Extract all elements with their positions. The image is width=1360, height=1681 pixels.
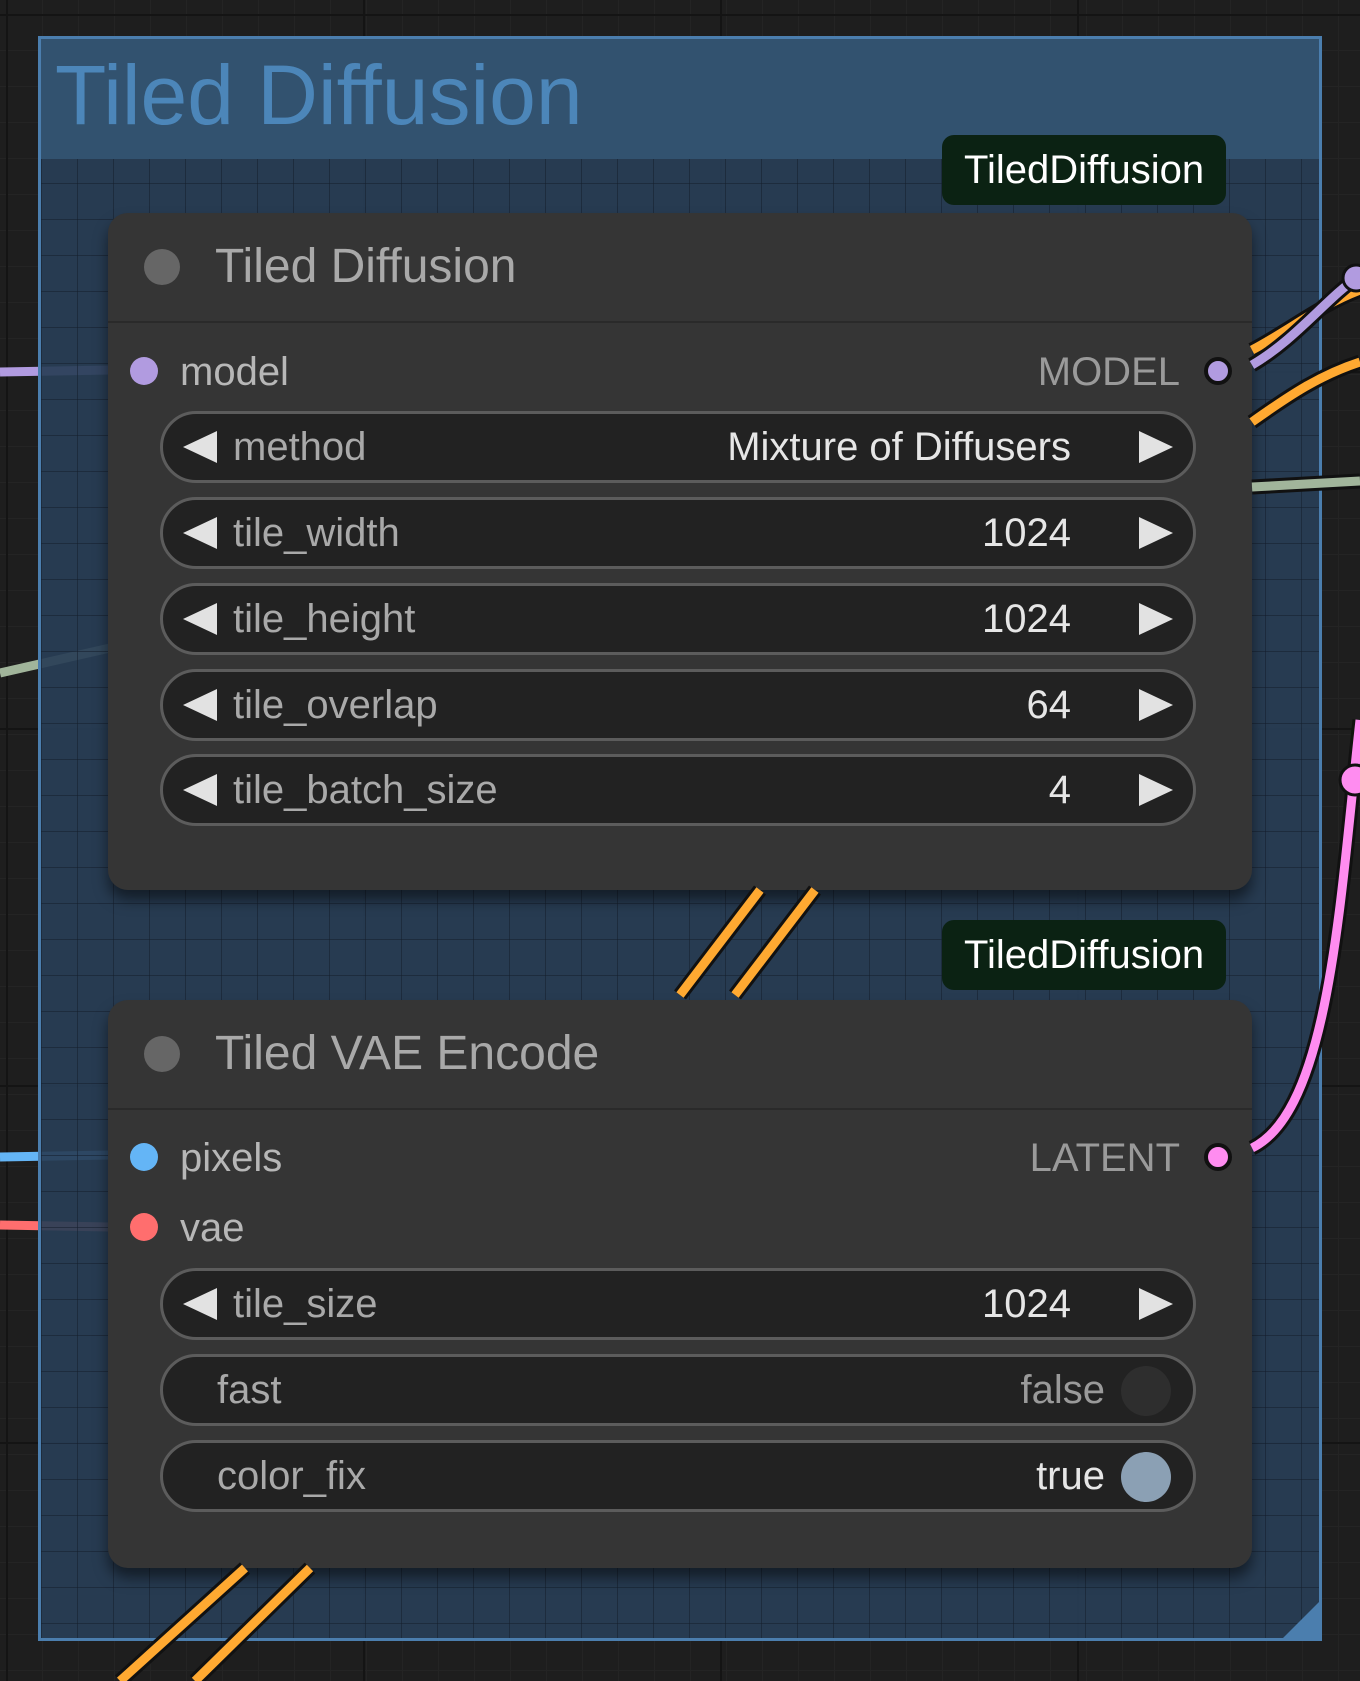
widget-value: 4 bbox=[1048, 768, 1071, 812]
decrement-arrow-icon[interactable] bbox=[183, 689, 217, 721]
node-source-badge: TiledDiffusion bbox=[942, 135, 1227, 205]
decrement-arrow-icon[interactable] bbox=[183, 431, 217, 463]
node-source-badge: TiledDiffusion bbox=[942, 920, 1227, 990]
toggle-on-knob-icon[interactable] bbox=[1121, 1452, 1171, 1502]
output-label-latent: LATENT bbox=[1029, 1136, 1180, 1180]
widget-tile-overlap[interactable]: tile_overlap 64 bbox=[160, 669, 1196, 741]
widget-label: method bbox=[233, 425, 367, 469]
widget-tile-width[interactable]: tile_width 1024 bbox=[160, 497, 1196, 569]
decrement-arrow-icon[interactable] bbox=[183, 1288, 217, 1320]
output-label-model: MODEL bbox=[1037, 350, 1180, 394]
decrement-arrow-icon[interactable] bbox=[183, 603, 217, 635]
widget-value: 1024 bbox=[982, 511, 1071, 555]
toggle-value: false bbox=[1020, 1368, 1106, 1412]
widget-method[interactable]: method Mixture of Diffusers bbox=[160, 411, 1196, 483]
node-header[interactable]: Tiled VAE Encode bbox=[108, 1000, 1252, 1110]
toggle-value: true bbox=[1036, 1454, 1105, 1498]
increment-arrow-icon[interactable] bbox=[1139, 603, 1173, 635]
widget-value: 64 bbox=[1026, 683, 1072, 727]
slot-row-pixels: pixels LATENT bbox=[108, 1128, 1252, 1188]
toggle-label: fast bbox=[217, 1368, 282, 1412]
input-slot-vae[interactable] bbox=[130, 1213, 158, 1241]
increment-arrow-icon[interactable] bbox=[1139, 1288, 1173, 1320]
node-tiled-vae-encode[interactable]: Tiled VAE Encode pixels LATENT vae tile_… bbox=[108, 1000, 1252, 1568]
increment-arrow-icon[interactable] bbox=[1139, 517, 1173, 549]
toggle-label: color_fix bbox=[217, 1454, 366, 1498]
group-resize-handle[interactable] bbox=[1283, 1602, 1319, 1638]
increment-arrow-icon[interactable] bbox=[1139, 431, 1173, 463]
widget-tile-batch-size[interactable]: tile_batch_size 4 bbox=[160, 754, 1196, 826]
output-slot-latent[interactable] bbox=[1204, 1143, 1232, 1171]
slot-row-model: model MODEL bbox=[108, 342, 1252, 402]
input-slot-pixels[interactable] bbox=[130, 1143, 158, 1171]
node-tiled-diffusion[interactable]: Tiled Diffusion model MODEL method Mixtu… bbox=[108, 213, 1252, 890]
widget-label: tile_height bbox=[233, 597, 416, 641]
decrement-arrow-icon[interactable] bbox=[183, 517, 217, 549]
widget-tile-height[interactable]: tile_height 1024 bbox=[160, 583, 1196, 655]
slot-row-vae: vae bbox=[108, 1198, 1252, 1258]
input-slot-model[interactable] bbox=[130, 357, 158, 385]
node-title: Tiled Diffusion bbox=[215, 240, 517, 293]
widget-label: tile_size bbox=[233, 1282, 378, 1326]
node-title: Tiled VAE Encode bbox=[215, 1027, 600, 1080]
decrement-arrow-icon[interactable] bbox=[183, 774, 217, 806]
increment-arrow-icon[interactable] bbox=[1139, 774, 1173, 806]
widget-tile-size[interactable]: tile_size 1024 bbox=[160, 1268, 1196, 1340]
widget-label: tile_overlap bbox=[233, 683, 438, 727]
collapse-dot-icon[interactable] bbox=[144, 249, 180, 285]
toggle-color-fix[interactable]: color_fix true bbox=[160, 1440, 1196, 1512]
collapse-dot-icon[interactable] bbox=[144, 1036, 180, 1072]
widget-value: Mixture of Diffusers bbox=[727, 425, 1071, 469]
widget-value: 1024 bbox=[982, 597, 1071, 641]
increment-arrow-icon[interactable] bbox=[1139, 689, 1173, 721]
output-slot-model[interactable] bbox=[1204, 357, 1232, 385]
toggle-fast[interactable]: fast false bbox=[160, 1354, 1196, 1426]
node-header[interactable]: Tiled Diffusion bbox=[108, 213, 1252, 323]
input-label-vae: vae bbox=[180, 1206, 245, 1250]
toggle-off-knob-icon[interactable] bbox=[1121, 1366, 1171, 1416]
group-title: Tiled Diffusion bbox=[55, 48, 583, 142]
input-label-pixels: pixels bbox=[180, 1136, 283, 1180]
widget-label: tile_batch_size bbox=[233, 768, 498, 812]
widget-label: tile_width bbox=[233, 511, 400, 555]
widget-value: 1024 bbox=[982, 1282, 1071, 1326]
input-label-model: model bbox=[180, 350, 289, 394]
